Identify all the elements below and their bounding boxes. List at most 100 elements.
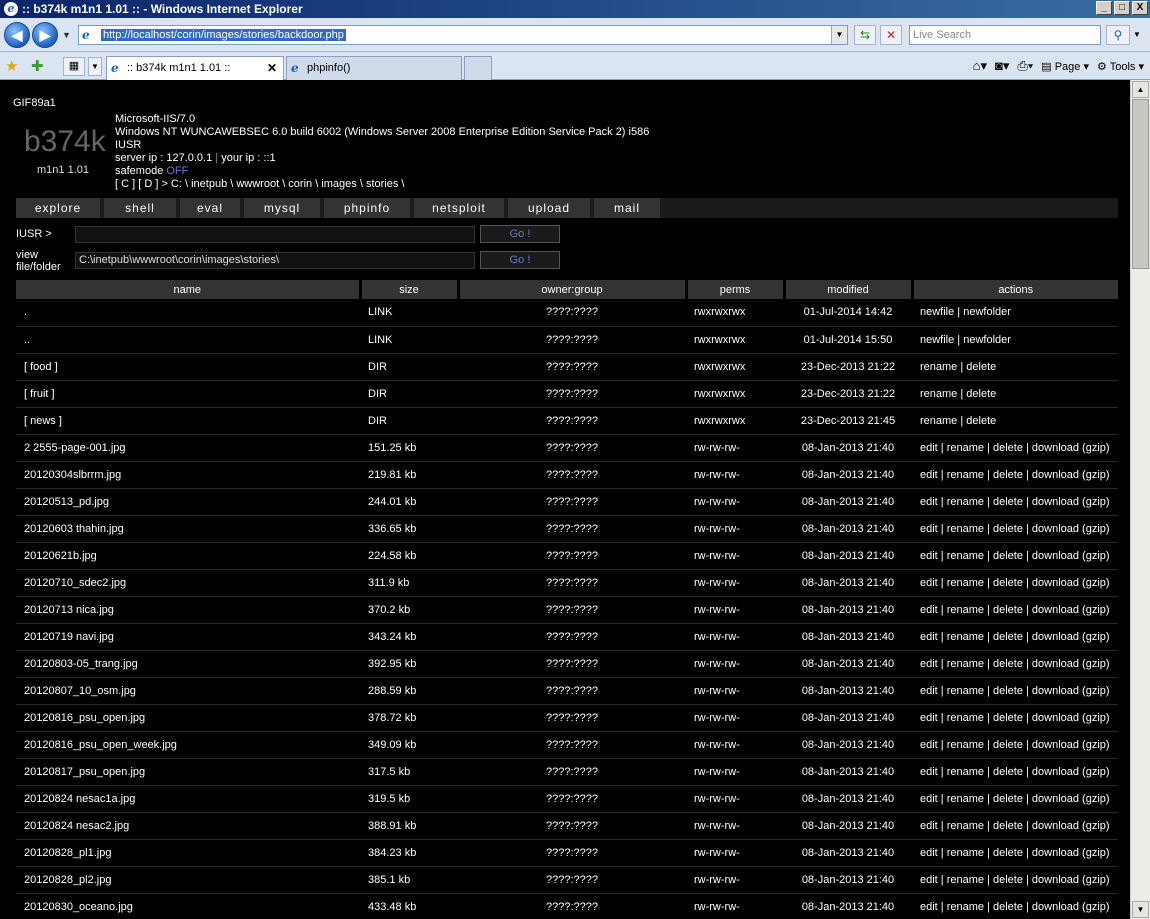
file-name[interactable]: 20120713 nica.jpg xyxy=(16,596,360,624)
address-url[interactable]: http://localhost/corin/images/stories/ba… xyxy=(101,29,346,41)
command-input[interactable] xyxy=(75,226,475,243)
file-actions[interactable]: edit | rename | delete | download (gzip) xyxy=(912,596,1118,624)
menu-explore[interactable]: explore xyxy=(16,198,100,218)
file-actions[interactable]: edit | rename | delete | download (gzip) xyxy=(912,569,1118,597)
file-name[interactable]: 20120817_psu_open.jpg xyxy=(16,758,360,786)
menu-shell[interactable]: shell xyxy=(104,198,176,218)
page-menu[interactable]: ▤ Page ▾ xyxy=(1041,60,1089,73)
file-actions[interactable]: edit | rename | delete | download (gzip) xyxy=(912,704,1118,732)
home-icon[interactable]: ⌂▾ xyxy=(973,58,987,74)
file-name[interactable]: 20120824 nesac1a.jpg xyxy=(16,785,360,813)
file-actions[interactable]: edit | rename | delete | download (gzip) xyxy=(912,434,1118,462)
file-actions[interactable]: edit | rename | delete | download (gzip) xyxy=(912,758,1118,786)
search-icon[interactable]: ⚲ xyxy=(1106,25,1130,45)
stop-button[interactable]: ✕ xyxy=(880,25,902,45)
view-go-button[interactable]: Go ! xyxy=(480,251,560,269)
header-size[interactable]: size xyxy=(360,280,460,299)
file-perms: rw-rw-rw- xyxy=(686,677,784,705)
file-actions[interactable]: edit | rename | delete | download (gzip) xyxy=(912,623,1118,651)
file-actions[interactable]: edit | rename | delete | download (gzip) xyxy=(912,488,1118,516)
menu-netsploit[interactable]: netsploit xyxy=(414,198,504,218)
file-name[interactable]: 20120603 thahin.jpg xyxy=(16,515,360,543)
file-name[interactable]: 20120513_pd.jpg xyxy=(16,488,360,516)
menu-mysql[interactable]: mysql xyxy=(244,198,320,218)
close-button[interactable]: X xyxy=(1132,1,1148,15)
tab-b374k[interactable]: e :: b374k m1n1 1.01 :: ✕ xyxy=(106,56,284,80)
file-name[interactable]: . xyxy=(16,299,360,327)
file-actions[interactable]: rename | delete xyxy=(912,380,1118,408)
address-dropdown-icon[interactable]: ▼ xyxy=(831,26,847,44)
header-owner[interactable]: owner:group xyxy=(458,280,688,299)
file-name[interactable]: 20120830_oceano.jpg xyxy=(16,893,360,919)
tab-phpinfo[interactable]: e phpinfo() xyxy=(286,56,462,80)
print-icon[interactable]: ⎙▾ xyxy=(1017,58,1033,74)
current-path[interactable]: [ C ] [ D ] > C: \ inetpub \ wwwroot \ c… xyxy=(115,178,649,191)
file-actions[interactable]: newfile | newfolder xyxy=(912,326,1118,354)
search-input[interactable]: Live Search xyxy=(909,25,1101,45)
file-name[interactable]: [ news ] xyxy=(16,407,360,435)
tab-close-icon[interactable]: ✕ xyxy=(267,61,277,75)
file-actions[interactable]: rename | delete xyxy=(912,353,1118,381)
maximize-button[interactable]: □ xyxy=(1114,1,1130,15)
file-name[interactable]: 20120816_psu_open_week.jpg xyxy=(16,731,360,759)
file-perms: rw-rw-rw- xyxy=(686,839,784,867)
tab-list-dropdown-icon[interactable]: ▼ xyxy=(88,57,102,76)
file-name[interactable]: [ food ] xyxy=(16,353,360,381)
file-actions[interactable]: edit | rename | delete | download (gzip) xyxy=(912,812,1118,840)
file-name[interactable]: 20120803-05_trang.jpg xyxy=(16,650,360,678)
quick-tabs-icon[interactable]: ▦ xyxy=(63,57,85,76)
minimize-button[interactable]: _ xyxy=(1096,1,1112,15)
file-actions[interactable]: edit | rename | delete | download (gzip) xyxy=(912,461,1118,489)
vertical-scrollbar[interactable]: ▲ ▼ xyxy=(1130,80,1150,919)
file-actions[interactable]: edit | rename | delete | download (gzip) xyxy=(912,515,1118,543)
file-size: 224.58 kb xyxy=(360,542,458,570)
file-name[interactable]: 20120710_sdec2.jpg xyxy=(16,569,360,597)
file-actions[interactable]: edit | rename | delete | download (gzip) xyxy=(912,893,1118,919)
header-perms[interactable]: perms xyxy=(686,280,786,299)
tools-menu[interactable]: ⚙ Tools ▾ xyxy=(1097,60,1144,73)
file-actions[interactable]: edit | rename | delete | download (gzip) xyxy=(912,839,1118,867)
menu-phpinfo[interactable]: phpinfo xyxy=(324,198,410,218)
file-name[interactable]: 20120719 navi.jpg xyxy=(16,623,360,651)
file-name[interactable]: 20120828_pl1.jpg xyxy=(16,839,360,867)
menu-upload[interactable]: upload xyxy=(508,198,590,218)
file-name[interactable]: 20120824 nesac2.jpg xyxy=(16,812,360,840)
feeds-icon[interactable]: ◙▾ xyxy=(995,58,1009,74)
view-path-input[interactable]: C:\inetpub\wwwroot\corin\images\stories\ xyxy=(75,252,475,269)
file-name[interactable]: 20120816_psu_open.jpg xyxy=(16,704,360,732)
file-name[interactable]: 20120621b.jpg xyxy=(16,542,360,570)
back-button[interactable]: ◀ xyxy=(4,22,30,48)
file-modified: 08-Jan-2013 21:40 xyxy=(784,812,912,840)
new-tab-button[interactable] xyxy=(464,56,492,80)
file-actions[interactable]: edit | rename | delete | download (gzip) xyxy=(912,650,1118,678)
scroll-up-icon[interactable]: ▲ xyxy=(1132,81,1149,98)
file-actions[interactable]: edit | rename | delete | download (gzip) xyxy=(912,785,1118,813)
file-name[interactable]: .. xyxy=(16,326,360,354)
menu-mail[interactable]: mail xyxy=(594,198,660,218)
header-name[interactable]: name xyxy=(16,280,362,299)
file-perms: rw-rw-rw- xyxy=(686,542,784,570)
scroll-down-icon[interactable]: ▼ xyxy=(1132,901,1149,918)
file-name[interactable]: 20120807_10_osm.jpg xyxy=(16,677,360,705)
file-actions[interactable]: newfile | newfolder xyxy=(912,299,1118,327)
address-field[interactable]: e http://localhost/corin/images/stories/… xyxy=(78,25,848,45)
favorites-star-icon[interactable]: ★ xyxy=(5,57,18,75)
file-actions[interactable]: rename | delete xyxy=(912,407,1118,435)
menu-eval[interactable]: eval xyxy=(180,198,240,218)
add-favorite-icon[interactable]: ✚ xyxy=(31,57,44,75)
forward-button[interactable]: ▶ xyxy=(32,22,58,48)
refresh-button[interactable]: ⇆ xyxy=(854,25,876,45)
file-actions[interactable]: edit | rename | delete | download (gzip) xyxy=(912,731,1118,759)
file-actions[interactable]: edit | rename | delete | download (gzip) xyxy=(912,542,1118,570)
file-name[interactable]: 20120304slbrrm.jpg xyxy=(16,461,360,489)
history-dropdown-icon[interactable]: ▼ xyxy=(62,30,71,40)
file-name[interactable]: 20120828_pl2.jpg xyxy=(16,866,360,894)
header-modified[interactable]: modified xyxy=(784,280,914,299)
file-actions[interactable]: edit | rename | delete | download (gzip) xyxy=(912,866,1118,894)
file-name[interactable]: 2 2555-page-001.jpg xyxy=(16,434,360,462)
command-go-button[interactable]: Go ! xyxy=(480,225,560,243)
search-dropdown-icon[interactable]: ▼ xyxy=(1133,30,1141,39)
file-name[interactable]: [ fruit ] xyxy=(16,380,360,408)
file-actions[interactable]: edit | rename | delete | download (gzip) xyxy=(912,677,1118,705)
scroll-thumb[interactable] xyxy=(1132,99,1149,269)
